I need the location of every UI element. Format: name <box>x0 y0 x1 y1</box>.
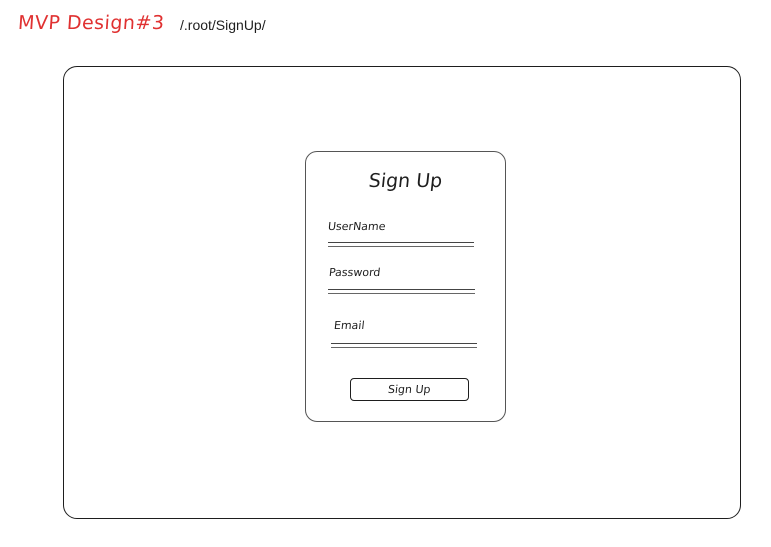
email-field[interactable] <box>331 343 477 348</box>
signup-button-label: Sign Up <box>387 383 432 396</box>
signup-button[interactable]: Sign Up <box>350 378 469 401</box>
email-label: Email <box>333 319 366 332</box>
signup-card: Sign Up UserName Password Email Sign Up <box>305 151 506 422</box>
password-field[interactable] <box>328 289 475 294</box>
username-field[interactable] <box>328 242 474 247</box>
password-label: Password <box>328 266 382 279</box>
username-label: UserName <box>327 220 387 233</box>
page-title: MVP Design#3 <box>17 12 166 34</box>
signup-title: Sign Up <box>367 170 444 192</box>
breadcrumb: /.root/SignUp/ <box>180 17 266 33</box>
